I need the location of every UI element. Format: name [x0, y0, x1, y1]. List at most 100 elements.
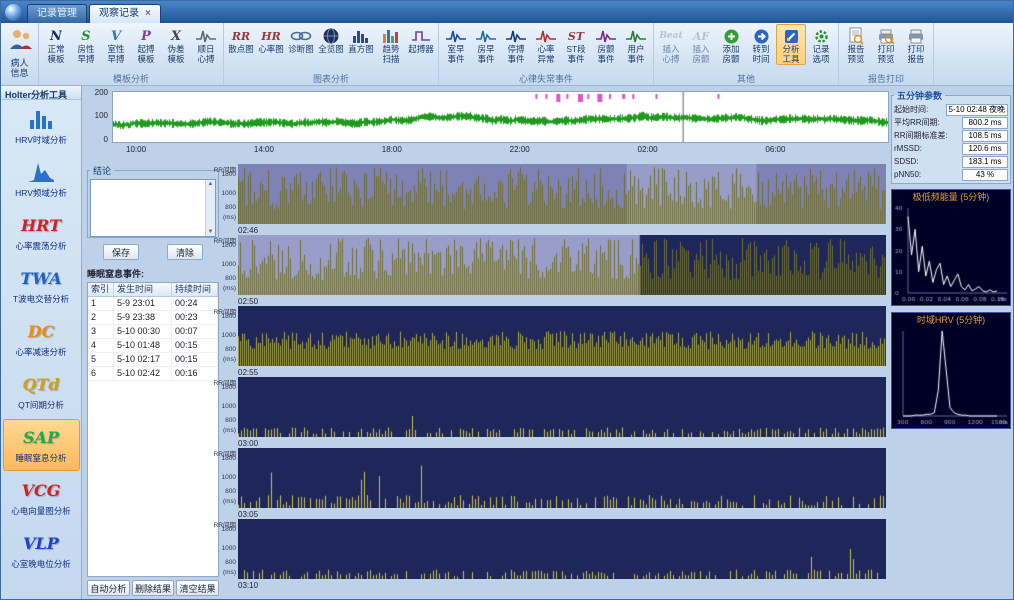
- diagnosis-graph-button[interactable]: 诊断图: [286, 24, 316, 56]
- hr-y-tick: 100: [95, 111, 108, 120]
- pause-events-icon: [505, 27, 527, 45]
- print-preview-button[interactable]: 打印 预览: [871, 24, 901, 65]
- clear-results-button[interactable]: 清空结果: [176, 580, 219, 596]
- clear-button[interactable]: 清除: [167, 244, 203, 260]
- report-preview-button[interactable]: 报告 预览: [841, 24, 871, 65]
- other-beat-template-icon: [195, 27, 217, 45]
- time-hrv-canvas: [893, 327, 1009, 427]
- insert-af-icon: AF: [693, 27, 709, 45]
- patient-info-button[interactable]: 病人 信息: [1, 23, 39, 85]
- tab-container: 记录管理观察记录×: [27, 4, 163, 23]
- event-row[interactable]: 45-10 01:4800:15: [88, 339, 218, 353]
- histogram-button[interactable]: 直方图: [346, 24, 376, 56]
- event-row[interactable]: 35-10 00:3000:07: [88, 325, 218, 339]
- strip-time-label: 03:00: [238, 439, 258, 448]
- analysis-tools-button[interactable]: 分析 工具: [776, 24, 806, 65]
- atrial-premature-template-button[interactable]: S房性 早搏: [71, 24, 101, 65]
- events-title: 睡眠窒息事件:: [87, 267, 219, 280]
- hr-x-tick: 10:00: [126, 145, 146, 154]
- conclusion-box: 结论 ▲▼: [87, 164, 219, 238]
- hr-graph-button[interactable]: HR心率图: [256, 24, 286, 56]
- vlf-energy-chart: 极低频能量 (5分钟): [891, 189, 1011, 306]
- record-options-button[interactable]: 记录 选项: [806, 24, 836, 65]
- rr-strip-canvas[interactable]: [238, 306, 886, 366]
- add-af-button[interactable]: 添加 房颤: [716, 24, 746, 65]
- user-events-button[interactable]: 用户 事件: [621, 24, 651, 65]
- print-report-button[interactable]: 打印 报告: [901, 24, 931, 65]
- patient-icon: [7, 27, 33, 56]
- ribbon-toolbar: 病人 信息 N正常 模板S房性 早搏V室性 早搏P起搏 模板X伪差 模板顺日 心…: [1, 23, 1013, 86]
- conclusion-scrollbar[interactable]: ▲▼: [205, 180, 215, 236]
- other-beat-template-button[interactable]: 顺日 心搏: [191, 24, 221, 65]
- sidebar-title: Holter分析工具: [1, 86, 81, 100]
- param-row: pNN50:43 %: [894, 168, 1008, 181]
- rr-strip-canvas[interactable]: [238, 377, 886, 437]
- hr-abnormal-events-button[interactable]: 心率 异常: [531, 24, 561, 65]
- artifact-template-icon: X: [171, 27, 181, 45]
- param-value: 108.5 ms: [962, 130, 1008, 142]
- event-row[interactable]: 65-10 02:4200:16: [88, 367, 218, 381]
- conclusion-textarea[interactable]: ▲▼: [90, 179, 216, 237]
- rr-strip-canvas[interactable]: [238, 448, 886, 508]
- scroll-up-icon[interactable]: ▲: [208, 181, 214, 187]
- print-preview-icon: [877, 27, 895, 45]
- events-col-header[interactable]: 索引: [88, 283, 114, 296]
- sidebar-item-qtd[interactable]: QTdQT间期分析: [3, 366, 80, 418]
- hrv-time-icon: [4, 106, 79, 132]
- auto-analysis-button[interactable]: 自动分析: [87, 580, 130, 596]
- five-min-params-title: 五分钟参数: [894, 89, 945, 102]
- ribbon-group-label: 心律失常事件: [441, 73, 651, 85]
- pacemaker-button[interactable]: 起搏器: [406, 24, 436, 56]
- sidebar-item-dc[interactable]: DC心率减速分析: [3, 313, 80, 365]
- rr-strip-canvas[interactable]: [238, 235, 886, 295]
- delete-results-button[interactable]: 删除结果: [132, 580, 175, 596]
- sidebar-item-vlp[interactable]: VLP心室晚电位分析: [3, 525, 80, 577]
- save-button[interactable]: 保存: [103, 244, 139, 260]
- ae-events-button[interactable]: 房早 事件: [471, 24, 501, 65]
- paced-template-button[interactable]: P起搏 模板: [131, 24, 161, 65]
- artifact-template-button[interactable]: X伪差 模板: [161, 24, 191, 65]
- vcg-icon: VCG: [4, 477, 79, 503]
- rr-strip-canvas[interactable]: [238, 519, 886, 579]
- event-row[interactable]: 55-10 02:1700:15: [88, 353, 218, 367]
- param-value: 43 %: [962, 169, 1008, 181]
- insert-af-button[interactable]: AF插入 房颤: [686, 24, 716, 65]
- ve-events-button[interactable]: 室早 事件: [441, 24, 471, 65]
- af-events-button[interactable]: 房颤 事件: [591, 24, 621, 65]
- hr-trend-canvas[interactable]: [112, 91, 889, 143]
- param-value: 120.6 ms: [962, 143, 1008, 155]
- insert-beat-button[interactable]: Beat插入 心搏: [656, 24, 686, 65]
- rr-strip-1: RR间期18001000800(ms)02:50: [220, 235, 889, 306]
- scroll-down-icon[interactable]: ▼: [208, 229, 214, 235]
- trend-scan-button[interactable]: 趋势 扫描: [376, 24, 406, 65]
- pause-events-button[interactable]: 停搏 事件: [501, 24, 531, 65]
- sidebar-item-hrv-freq[interactable]: HRV频域分析: [3, 154, 80, 206]
- event-row[interactable]: 15-9 23:0100:24: [88, 297, 218, 311]
- events-col-header[interactable]: 发生时间: [114, 283, 172, 296]
- tab-close-icon[interactable]: ×: [145, 8, 151, 19]
- event-row[interactable]: 25-9 23:3800:23: [88, 311, 218, 325]
- goto-time-button[interactable]: 转到 时间: [746, 24, 776, 65]
- rr-scatter-button[interactable]: RR散点图: [226, 24, 256, 56]
- events-col-header[interactable]: 持续时间: [172, 283, 218, 296]
- five-min-params-rows: 起始时间:5-10 02:48 夜晚平均RR间期:800.2 msRR间期标准差…: [894, 103, 1008, 181]
- sidebar-item-hrt[interactable]: HRT心率震荡分析: [3, 207, 80, 259]
- hr-x-tick: 14:00: [254, 145, 274, 154]
- sidebar-item-hrv-time[interactable]: HRV时域分析: [3, 101, 80, 153]
- tab-record-management[interactable]: 记录管理: [27, 4, 87, 23]
- hr-x-tick: 18:00: [382, 145, 402, 154]
- st-events-button[interactable]: STST段 事件: [561, 24, 591, 65]
- rr-strip-2: RR间期18001000800(ms)02:55: [220, 306, 889, 377]
- rr-strip-canvas[interactable]: [238, 164, 886, 224]
- hr-trend-chart: 2001000 10:0014:0018:0022:0002:0006:00: [88, 91, 887, 161]
- tab-observe-record[interactable]: 观察记录×: [89, 4, 161, 23]
- hr-y-tick: 200: [95, 88, 108, 97]
- sidebar-item-twa[interactable]: TWAT波电交替分析: [3, 260, 80, 312]
- sidebar-item-vcg[interactable]: VCG心电向量图分析: [3, 472, 80, 524]
- ventricular-premature-template-button[interactable]: V室性 早搏: [101, 24, 131, 65]
- insert-beat-icon: Beat: [659, 27, 682, 45]
- overview-graph-button[interactable]: 全览图: [316, 24, 346, 56]
- param-row: 平均RR间期:800.2 ms: [894, 116, 1008, 129]
- normal-template-button[interactable]: N正常 模板: [41, 24, 71, 65]
- sidebar-item-sap[interactable]: SAP睡眠窒息分析: [3, 419, 80, 471]
